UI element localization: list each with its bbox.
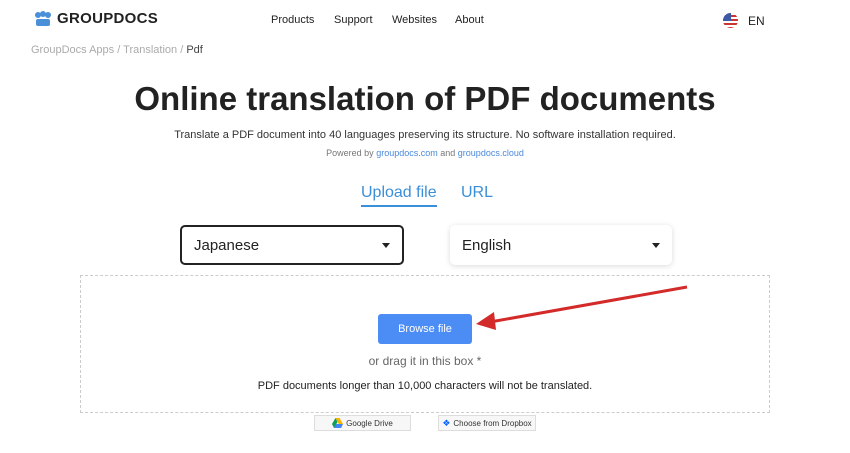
target-language-select[interactable]: English [450,225,672,265]
source-language-value: Japanese [194,236,260,254]
nav-support[interactable]: Support [334,14,373,26]
tab-upload-file[interactable]: Upload file [361,184,437,207]
page-title: Online translation of PDF documents [134,80,716,117]
google-drive-label: Google Drive [346,418,393,428]
powered-prefix: Powered by [326,148,374,158]
chevron-down-icon [652,242,660,248]
nav-about[interactable]: About [455,14,484,26]
language-selector[interactable]: EN [723,13,765,28]
browse-file-button[interactable]: Browse file [378,314,472,344]
breadcrumb-separator: / [117,44,121,56]
dropbox-button[interactable]: ❖ Choose from Dropbox [438,415,536,431]
drag-hint: or drag it in this box * [368,354,482,368]
groupdocs-com-link[interactable]: groupdocs.com [376,148,438,158]
chevron-down-icon [382,242,390,248]
logo-icon [35,10,51,26]
language-code: EN [748,13,765,28]
dropbox-icon: ❖ [442,417,451,428]
target-language-value: English [462,236,512,254]
powered-by: Powered by groupdocs.com and groupdocs.c… [0,148,850,158]
google-drive-button[interactable]: Google Drive [314,415,411,431]
us-flag-icon [723,13,738,28]
dropbox-label: Choose from Dropbox [453,418,532,428]
red-arrow-annotation [476,285,688,330]
breadcrumb: GroupDocs Apps / Translation / Pdf [31,44,203,56]
source-language-select[interactable]: Japanese [180,225,404,265]
groupdocs-logo[interactable]: GROUPDOCS [34,10,158,27]
page-subtitle: Translate a PDF document into 40 languag… [174,129,676,141]
google-drive-icon [332,418,344,428]
nav-websites[interactable]: Websites [392,14,437,26]
breadcrumb-current: Pdf [186,44,203,56]
and-text: and [440,148,456,158]
breadcrumb-translation[interactable]: Translation [123,44,177,56]
breadcrumb-separator: / [180,44,184,56]
tab-url[interactable]: URL [461,184,493,202]
length-note: PDF documents longer than 10,000 charact… [257,380,593,392]
breadcrumb-apps[interactable]: GroupDocs Apps [31,44,114,56]
nav-products[interactable]: Products [271,14,314,26]
brand-name: GROUPDOCS [57,10,159,27]
groupdocs-cloud-link[interactable]: groupdocs.cloud [458,148,524,158]
